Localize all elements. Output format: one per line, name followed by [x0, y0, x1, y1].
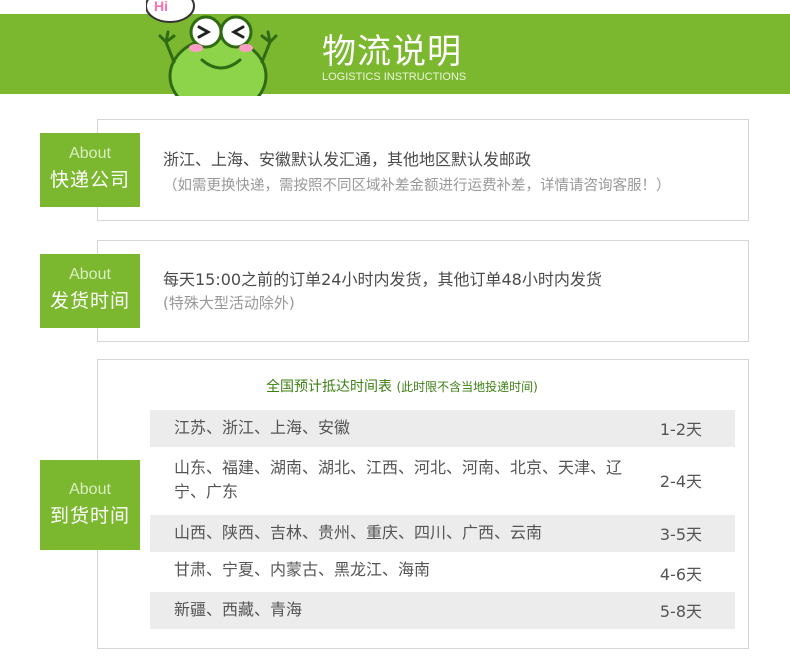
- page-subtitle: LOGISTICS INSTRUCTIONS: [322, 71, 467, 83]
- ship-time-tag: About 发货时间: [40, 254, 140, 328]
- table-row: 新疆、西藏、青海 5-8天: [150, 592, 735, 629]
- row-regions: 山西、陕西、吉林、贵州、重庆、四川、广西、云南: [174, 523, 543, 542]
- courier-tag-label: 快递公司: [49, 169, 130, 191]
- courier-tag: About 快递公司: [40, 133, 140, 207]
- ship-time-tag-about: About: [69, 266, 111, 283]
- page-title: 物流说明: [322, 32, 462, 72]
- frog-mascot-icon: Hi: [146, 0, 278, 96]
- table-row: 甘肃、宁夏、内蒙古、黑龙江、海南 4-6天: [150, 554, 735, 589]
- bubble-text: Hi: [154, 0, 168, 14]
- courier-box: [97, 119, 749, 221]
- courier-main-text: 浙江、上海、安徽默认发汇通，其他地区默认发邮政: [163, 150, 532, 169]
- row-days: 2-4天: [659, 472, 702, 491]
- row-regions: 山东、福建、湖南、湖北、江西、河北、河南、北京、天津、辽宁、广东: [174, 458, 623, 501]
- ship-time-tag-label: 发货时间: [49, 290, 130, 312]
- arrival-tag-label: 到货时间: [49, 505, 130, 527]
- courier-note-text: （如需更换快递，需按照不同区域补差金额进行运费补差，详情请咨询客服！）: [163, 178, 671, 194]
- row-days: 1-2天: [659, 420, 702, 439]
- arrival-tag: About 到货时间: [40, 460, 140, 550]
- ship-time-note-text: (特殊大型活动除外): [163, 294, 295, 312]
- row-days: 5-8天: [659, 602, 702, 621]
- ship-time-main-text: 每天15:00之前的订单24小时内发货，其他订单48小时内发货: [163, 270, 602, 289]
- table-row: 江苏、浙江、上海、安徽 1-2天: [150, 410, 735, 447]
- row-days: 3-5天: [659, 525, 702, 544]
- row-regions: 新疆、西藏、青海: [174, 600, 303, 619]
- table-row: 山东、福建、湖南、湖北、江西、河北、河南、北京、天津、辽宁、广东 2-4天: [150, 450, 735, 512]
- table-row: 山西、陕西、吉林、贵州、重庆、四川、广西、云南 3-5天: [150, 515, 735, 552]
- row-days: 4-6天: [659, 565, 702, 584]
- arrival-table-title: 全国预计抵达时间表 (此时限不含当地投递时间): [266, 376, 538, 396]
- courier-tag-about: About: [69, 145, 111, 162]
- row-regions: 江苏、浙江、上海、安徽: [174, 418, 351, 437]
- ship-time-box: [97, 240, 749, 342]
- arrival-table-note: (此时限不含当地投递时间): [396, 380, 538, 394]
- header-banner: 物流说明 LOGISTICS INSTRUCTIONS: [0, 14, 790, 94]
- row-regions: 甘肃、宁夏、内蒙古、黑龙江、海南: [174, 560, 431, 579]
- arrival-tag-about: About: [69, 481, 111, 498]
- arrival-table-heading: 全国预计抵达时间表: [266, 379, 392, 395]
